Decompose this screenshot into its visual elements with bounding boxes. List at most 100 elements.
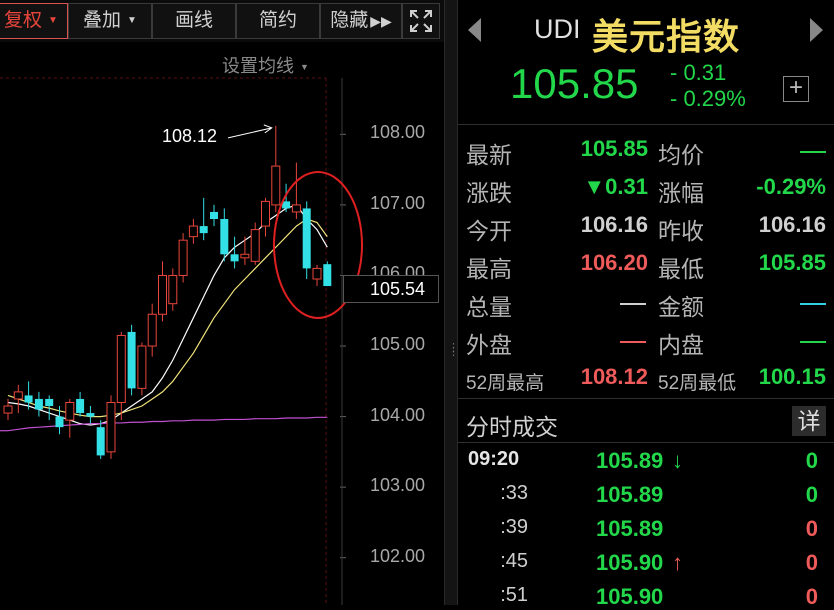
tick-volume: 0 xyxy=(805,448,818,473)
stat-value: -0.29% xyxy=(756,174,826,199)
tick-time: :39 xyxy=(500,516,528,538)
candle xyxy=(250,222,260,265)
stat-label: 最新 xyxy=(466,142,512,168)
candle-body xyxy=(168,274,178,305)
candle-body xyxy=(158,274,167,315)
candle xyxy=(3,398,13,421)
candle-body xyxy=(230,254,239,262)
tick-time: 09:20 xyxy=(468,448,520,470)
candle xyxy=(127,324,136,396)
stat-label: 最高 xyxy=(466,256,512,282)
kline-chart[interactable]: 设置均线 ▼ 108.00 107.00 106.00 105.00 104.00 103.… xyxy=(0,42,444,605)
stat-label: 外盘 xyxy=(466,332,512,358)
candle-body xyxy=(76,398,85,414)
candle-body xyxy=(96,427,105,456)
y-axis-label: 102.00 xyxy=(370,545,426,566)
quote-panel: UDI 美元指数 105.85 - 0.31 - 0.29% + 最新 均价 105… xyxy=(458,0,834,609)
symbol-name: 美元指数 xyxy=(592,16,741,57)
y-axis-label: 104.00 xyxy=(370,404,426,425)
overlay-button[interactable]: 叠加 ▼ xyxy=(68,3,152,39)
candle xyxy=(261,197,270,237)
candle-body xyxy=(312,267,322,280)
candle xyxy=(76,391,85,417)
candle-body xyxy=(3,405,13,414)
candle xyxy=(147,303,157,357)
stat-label: 最低 xyxy=(658,256,704,282)
stat-value: ▼0.31 xyxy=(583,174,648,199)
adjust-rights-button[interactable]: 复权 ▼ xyxy=(0,3,68,39)
divider-line xyxy=(458,398,834,399)
candle-body xyxy=(282,201,291,209)
chevron-down-icon: ▼ xyxy=(127,15,137,26)
candle-body xyxy=(55,416,64,428)
ma5-line xyxy=(7,204,328,426)
tick-time: :33 xyxy=(500,482,528,504)
candle-body xyxy=(178,239,188,276)
peak-arrow-icon xyxy=(227,124,273,139)
y-axis-label: 103.00 xyxy=(370,475,426,496)
add-watchlist-button[interactable]: + xyxy=(783,76,809,102)
chevron-down-icon: ▼ xyxy=(48,15,58,26)
tick-volume: 0 xyxy=(805,482,818,507)
price-change: - 0.31 xyxy=(670,60,727,85)
plus-icon: + xyxy=(788,74,803,101)
tick-time: :45 xyxy=(500,550,528,572)
tick-detail-button[interactable]: 详 xyxy=(792,406,826,436)
tick-trades-title: 分时成交 xyxy=(466,414,558,440)
ma-setting-label: 设置均线 xyxy=(222,56,294,76)
y-axis-label: 108.00 xyxy=(370,122,426,143)
stat-label: 金额 xyxy=(658,294,704,320)
candle xyxy=(116,331,126,421)
tick-price: 105.90 xyxy=(596,550,664,575)
stat-value: 106.16 xyxy=(580,212,648,237)
candle-body xyxy=(116,334,126,403)
stat-label: 昨收 xyxy=(658,218,704,244)
candle xyxy=(137,342,147,396)
tick-price: 105.89 xyxy=(596,448,664,473)
candle-body xyxy=(13,391,23,400)
next-symbol-button[interactable] xyxy=(810,18,823,42)
candle-body xyxy=(261,200,270,227)
stat-label: 涨幅 xyxy=(658,180,704,206)
hide-button[interactable]: 隐藏 ▶▶ xyxy=(320,3,402,39)
candle xyxy=(13,384,23,414)
tick-price: 105.89 xyxy=(596,482,664,507)
candle xyxy=(34,391,43,417)
ma10-line xyxy=(7,218,328,418)
stat-label: 内盘 xyxy=(658,332,704,358)
last-price: 105.85 xyxy=(510,60,639,107)
candle xyxy=(188,219,198,244)
expand-icon xyxy=(410,10,432,32)
divider-line xyxy=(458,442,834,443)
arrow-up-icon: ↑ xyxy=(672,550,683,575)
candle xyxy=(86,406,95,424)
candle xyxy=(302,201,311,279)
candle xyxy=(168,268,178,311)
simple-mode-button[interactable]: 简约 xyxy=(236,3,320,39)
chart-toolbar: 复权 ▼ 叠加 ▼ 画线 简约 隐藏 ▶▶ xyxy=(0,0,444,42)
ma-setting-button[interactable]: 设置均线 ▼ xyxy=(222,52,309,78)
candle-body xyxy=(86,413,95,417)
candle-body xyxy=(323,264,332,287)
candle-body xyxy=(302,208,311,269)
empty-value-dash xyxy=(800,341,826,343)
peak-price-label: 108.12 xyxy=(162,126,218,146)
arrow-down-icon: ↓ xyxy=(672,448,683,473)
tick-time: :51 xyxy=(500,584,528,606)
stat-value: 108.12 xyxy=(580,364,648,389)
previous-symbol-button[interactable] xyxy=(468,18,481,42)
candle xyxy=(323,261,332,287)
tick-volume: 0 xyxy=(805,516,818,541)
candle xyxy=(230,236,239,269)
expand-button[interactable] xyxy=(402,3,440,39)
candle xyxy=(65,398,75,438)
adjust-rights-label: 复权 xyxy=(4,10,43,32)
candle xyxy=(158,261,167,322)
candle xyxy=(210,204,218,227)
draw-line-button[interactable]: 画线 xyxy=(152,3,236,39)
candle xyxy=(106,395,116,459)
candle-body xyxy=(137,345,147,389)
stat-label: 52周最高 xyxy=(466,373,545,394)
chevron-down-icon: ▼ xyxy=(300,62,309,73)
panel-divider[interactable]: ⋮ ⋮ xyxy=(444,0,459,605)
